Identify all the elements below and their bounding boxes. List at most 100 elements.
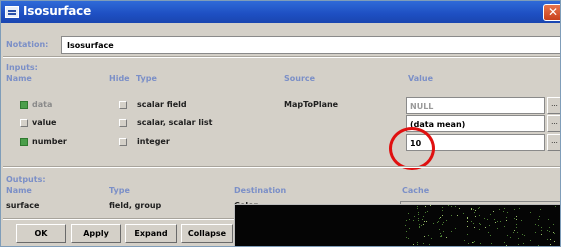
viewport-speckle xyxy=(467,242,469,244)
viewport-speckle xyxy=(407,238,409,240)
input-value-type: scalar, scalar list xyxy=(137,118,213,127)
viewport-speckle xyxy=(466,233,468,235)
viewport-speckle xyxy=(498,208,500,210)
viewport-speckle xyxy=(538,244,540,246)
viewport-speckle xyxy=(523,243,525,245)
viewport-speckle xyxy=(405,225,407,227)
viewport-speckle xyxy=(484,227,486,229)
viewport-speckle xyxy=(466,218,468,220)
input-number-browse-button[interactable]: ... xyxy=(547,134,560,151)
viewport-speckle xyxy=(552,223,554,225)
viewport-speckle xyxy=(534,223,536,225)
input-number-hide-checkbox[interactable] xyxy=(119,138,127,146)
viewport-speckle xyxy=(456,214,458,216)
viewport-speckle xyxy=(479,243,481,245)
viewport-speckle xyxy=(418,223,420,225)
viewport-speckle xyxy=(503,208,505,210)
viewport-speckle xyxy=(412,244,414,246)
input-data-browse-button[interactable]: ... xyxy=(547,97,560,114)
input-value-value-field[interactable]: (data mean) xyxy=(406,115,545,132)
apply-button[interactable]: Apply xyxy=(71,224,121,243)
input-value-checkbox[interactable] xyxy=(20,119,28,127)
inputs-col-name: Name xyxy=(6,74,32,83)
title-bar[interactable]: Isosurface ✕ xyxy=(1,1,560,23)
viewport-speckle xyxy=(464,240,466,242)
viewport-speckle xyxy=(471,208,473,210)
viewport-speckle xyxy=(454,206,456,208)
viewport-speckle xyxy=(484,218,486,220)
viewport-speckle xyxy=(430,205,432,207)
viewport-speckle xyxy=(549,238,551,240)
viewport-speckle xyxy=(405,231,407,233)
viewport-speckle xyxy=(516,227,518,229)
close-button[interactable]: ✕ xyxy=(543,4,560,21)
viewport-speckle xyxy=(548,226,550,228)
viewport-speckle xyxy=(416,243,418,245)
outputs-section-label: Outputs: xyxy=(6,175,46,184)
viewport-speckle xyxy=(433,222,435,224)
viewport-speckle xyxy=(505,245,507,246)
viewport-speckle xyxy=(417,211,419,213)
close-icon: ✕ xyxy=(548,5,559,19)
viewport-speckle xyxy=(423,242,425,244)
viewport-speckle xyxy=(455,228,457,230)
viewport-speckle xyxy=(416,241,418,243)
input-value-browse-button[interactable]: ... xyxy=(547,115,560,132)
viewport-speckle xyxy=(522,234,523,236)
input-data-source: MapToPlane xyxy=(284,100,339,109)
expand-button[interactable]: Expand xyxy=(125,224,177,243)
viewport-speckle xyxy=(426,211,428,213)
viewport-speckle xyxy=(538,219,540,221)
viewport-speckle xyxy=(505,220,507,221)
input-number-checkbox[interactable] xyxy=(20,138,28,146)
viewport-speckle xyxy=(418,217,420,219)
viewport-speckle xyxy=(467,225,469,227)
input-data-hide-checkbox[interactable] xyxy=(119,101,127,109)
viewport-speckle xyxy=(547,230,549,232)
notation-input[interactable]: Isosurface xyxy=(61,36,560,54)
viewport-speckle xyxy=(409,227,411,229)
viewport-speckle xyxy=(479,207,481,209)
viewport-speckle xyxy=(471,242,473,244)
viewport-speckle xyxy=(549,230,551,232)
inputs-section-label: Inputs: xyxy=(6,63,38,72)
viewport-speckle xyxy=(548,218,550,220)
viewport-speckle xyxy=(407,212,409,214)
viewport-speckle xyxy=(550,243,552,245)
viewport-speckle xyxy=(439,217,441,219)
isosurface-dialog: Isosurface ✕ Notation: Isosurface Inputs… xyxy=(0,0,561,247)
viewport-speckle xyxy=(470,220,472,222)
render-viewport[interactable] xyxy=(234,204,560,246)
input-value-hide-checkbox[interactable] xyxy=(119,119,127,127)
viewport-speckle xyxy=(493,219,495,221)
viewport-speckle xyxy=(490,243,492,245)
viewport-speckle xyxy=(487,218,489,220)
viewport-speckle xyxy=(440,233,442,235)
viewport-speckle xyxy=(478,207,480,209)
input-data-checkbox[interactable] xyxy=(20,101,28,109)
viewport-speckle xyxy=(546,238,548,240)
outputs-col-name: Name xyxy=(6,186,32,195)
viewport-speckle xyxy=(505,216,507,218)
viewport-speckle xyxy=(518,243,520,245)
viewport-speckle xyxy=(554,240,556,242)
divider xyxy=(3,166,560,168)
viewport-speckle xyxy=(514,209,516,211)
viewport-speckle xyxy=(499,220,501,222)
inputs-col-value: Value xyxy=(408,74,434,83)
input-data-value-field[interactable]: NULL xyxy=(406,97,545,114)
input-value-name: value xyxy=(32,118,57,127)
viewport-speckle xyxy=(441,207,443,209)
viewport-speckle xyxy=(441,223,443,225)
ok-button[interactable]: OK xyxy=(16,224,66,243)
viewport-speckle xyxy=(417,207,419,209)
viewport-speckle xyxy=(489,234,491,236)
viewport-speckle xyxy=(492,210,494,212)
collapse-button[interactable]: Collapse xyxy=(181,224,233,243)
viewport-speckle xyxy=(479,223,481,225)
viewport-speckle xyxy=(450,206,452,208)
viewport-speckle xyxy=(428,243,430,245)
viewport-speckle xyxy=(488,232,490,234)
viewport-speckle xyxy=(529,240,531,242)
viewport-speckle xyxy=(406,220,408,222)
